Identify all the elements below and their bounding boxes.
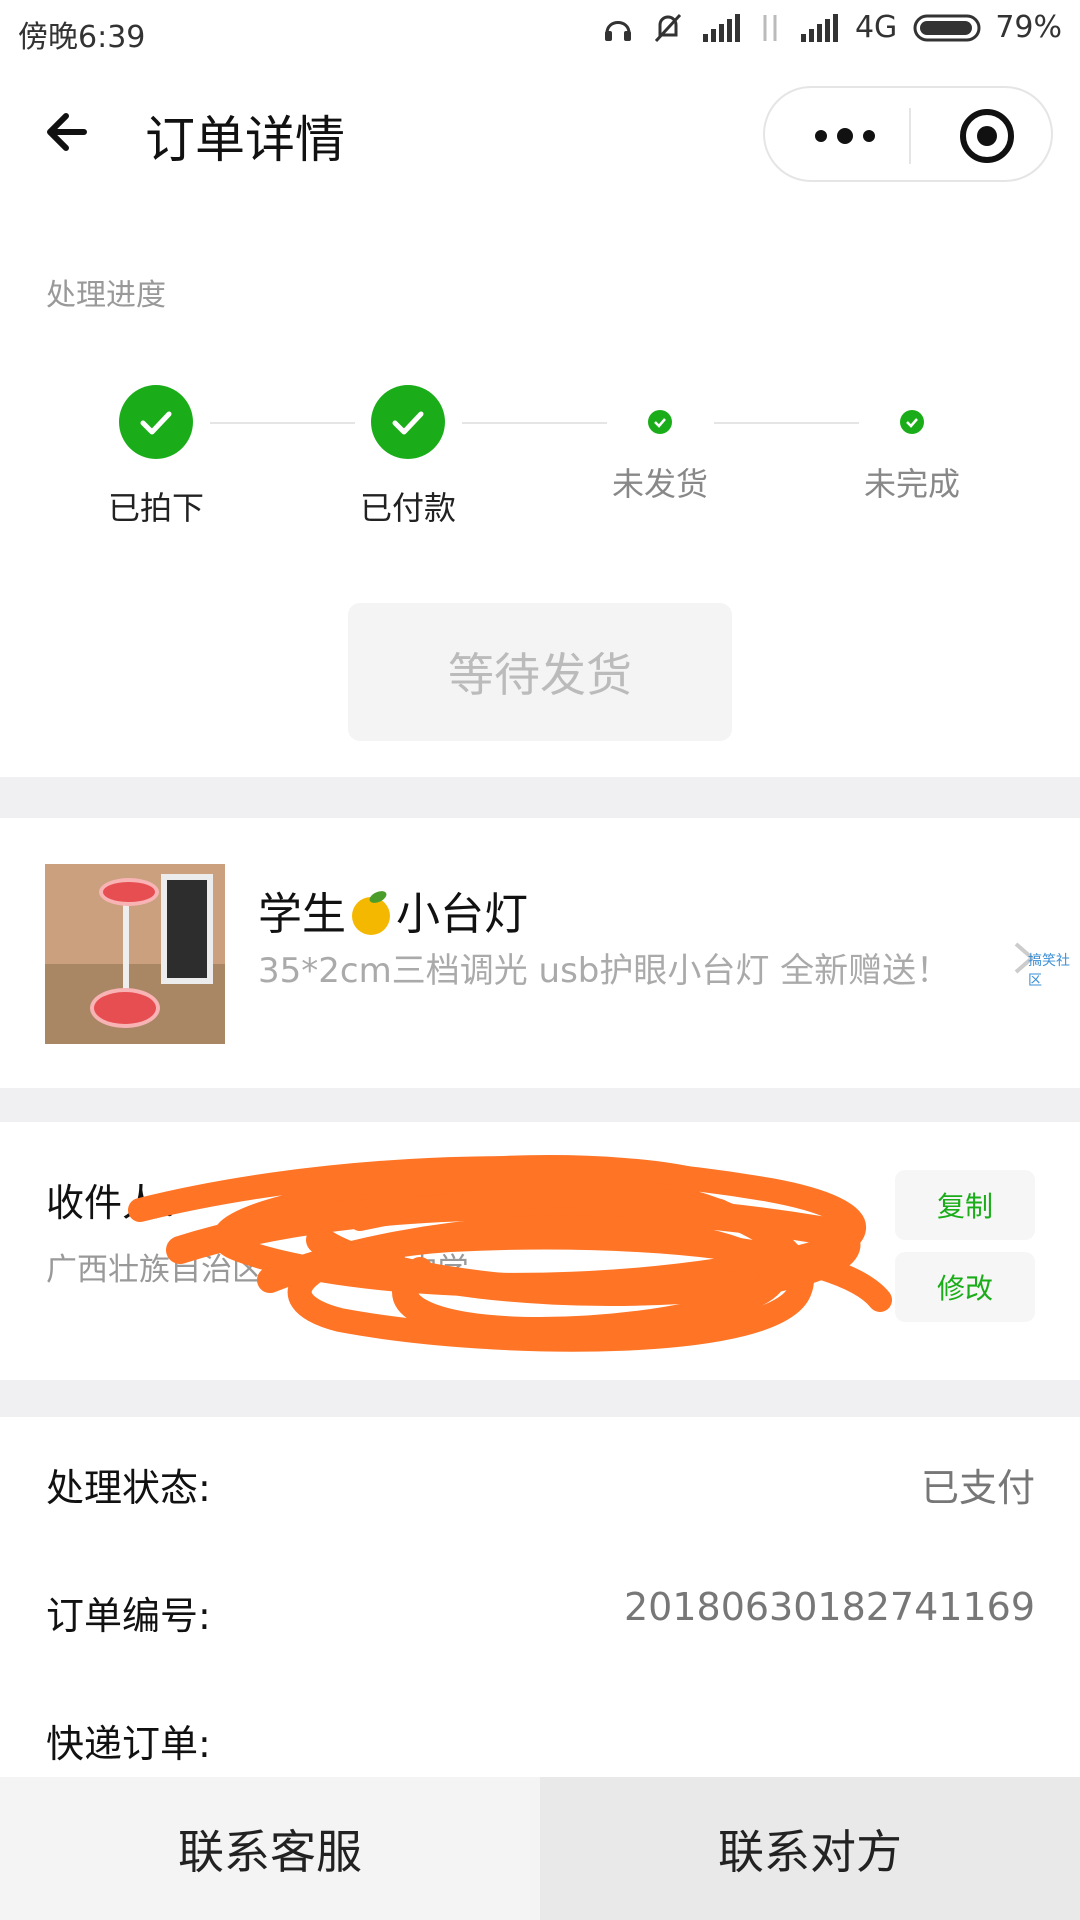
bottom-action-bar: 联系客服 联系对方 xyxy=(0,1777,1080,1920)
step-ordered: 已拍下 xyxy=(76,385,236,529)
step-not-shipped: 未发货 xyxy=(580,385,740,505)
capsule-divider xyxy=(909,108,911,164)
step-paid: 已付款 xyxy=(328,385,488,529)
close-target-icon[interactable] xyxy=(957,106,1017,166)
status-key: 处理状态: xyxy=(46,1466,211,1510)
step-label: 未发货 xyxy=(611,465,708,503)
express-key: 快递订单: xyxy=(46,1722,211,1766)
watermark-text: 搞笑社区 xyxy=(1028,953,1070,989)
product-title: 学生 小台灯 xyxy=(258,889,528,940)
redaction-scribble xyxy=(128,1155,892,1352)
orange-emoji-icon xyxy=(352,891,390,935)
check-dot-icon xyxy=(648,410,672,434)
product-card[interactable]: 学生 小台灯 35*2cm三档调光 usb护眼小台灯 全新赠送！ 搞笑社区 xyxy=(0,818,1080,1088)
status-time: 傍晚6:39 xyxy=(18,20,146,55)
contact-other-button[interactable]: 联系对方 xyxy=(540,1777,1080,1920)
check-dot-icon xyxy=(900,410,924,434)
check-circle-icon xyxy=(119,385,193,459)
info-row-status: 处理状态: 已支付 xyxy=(0,1417,1080,1547)
progress-tracker: 已拍下 已付款 未发货 未完成 xyxy=(0,385,1080,545)
contact-service-button[interactable]: 联系客服 xyxy=(0,1777,540,1920)
status-bar: 傍晚6:39 4G 79% xyxy=(0,0,1080,62)
section-divider xyxy=(0,1380,1080,1417)
info-row-order-number: 订单编号: 20180630182741169 xyxy=(0,1545,1080,1675)
step-label: 已付款 xyxy=(359,489,456,527)
status-icons: 4G 79% xyxy=(601,10,1062,45)
status-value: 已支付 xyxy=(920,1466,1035,1510)
check-circle-icon xyxy=(371,385,445,459)
signal-icon-2 xyxy=(800,13,838,42)
step-not-completed: 未完成 xyxy=(832,385,992,505)
product-description: 35*2cm三档调光 usb护眼小台灯 全新赠送！ xyxy=(258,951,951,991)
signal-icon xyxy=(702,13,740,42)
title-bar: 订单详情 xyxy=(0,62,1080,202)
battery: 79% xyxy=(913,10,1062,45)
step-label: 未完成 xyxy=(863,465,960,503)
progress-label: 处理进度 xyxy=(46,278,166,313)
product-image xyxy=(45,864,225,1044)
step-label: 已拍下 xyxy=(107,489,204,527)
more-dots-icon[interactable] xyxy=(805,118,885,154)
network-type: 4G xyxy=(854,10,898,45)
data-transfer-icon xyxy=(763,14,777,41)
section-divider xyxy=(0,777,1080,818)
order-number-value: 20180630182741169 xyxy=(623,1585,1035,1629)
mute-bell-icon xyxy=(654,13,682,42)
mini-program-capsule xyxy=(763,86,1053,182)
wait-shipping-button: 等待发货 xyxy=(348,603,732,741)
headset-icon xyxy=(604,20,631,41)
page-title: 订单详情 xyxy=(145,111,345,169)
order-number-key: 订单编号: xyxy=(46,1594,211,1638)
battery-percent: 79% xyxy=(995,10,1062,45)
battery-icon xyxy=(913,14,981,41)
back-arrow-icon[interactable] xyxy=(40,102,100,162)
section-divider xyxy=(0,1088,1080,1122)
